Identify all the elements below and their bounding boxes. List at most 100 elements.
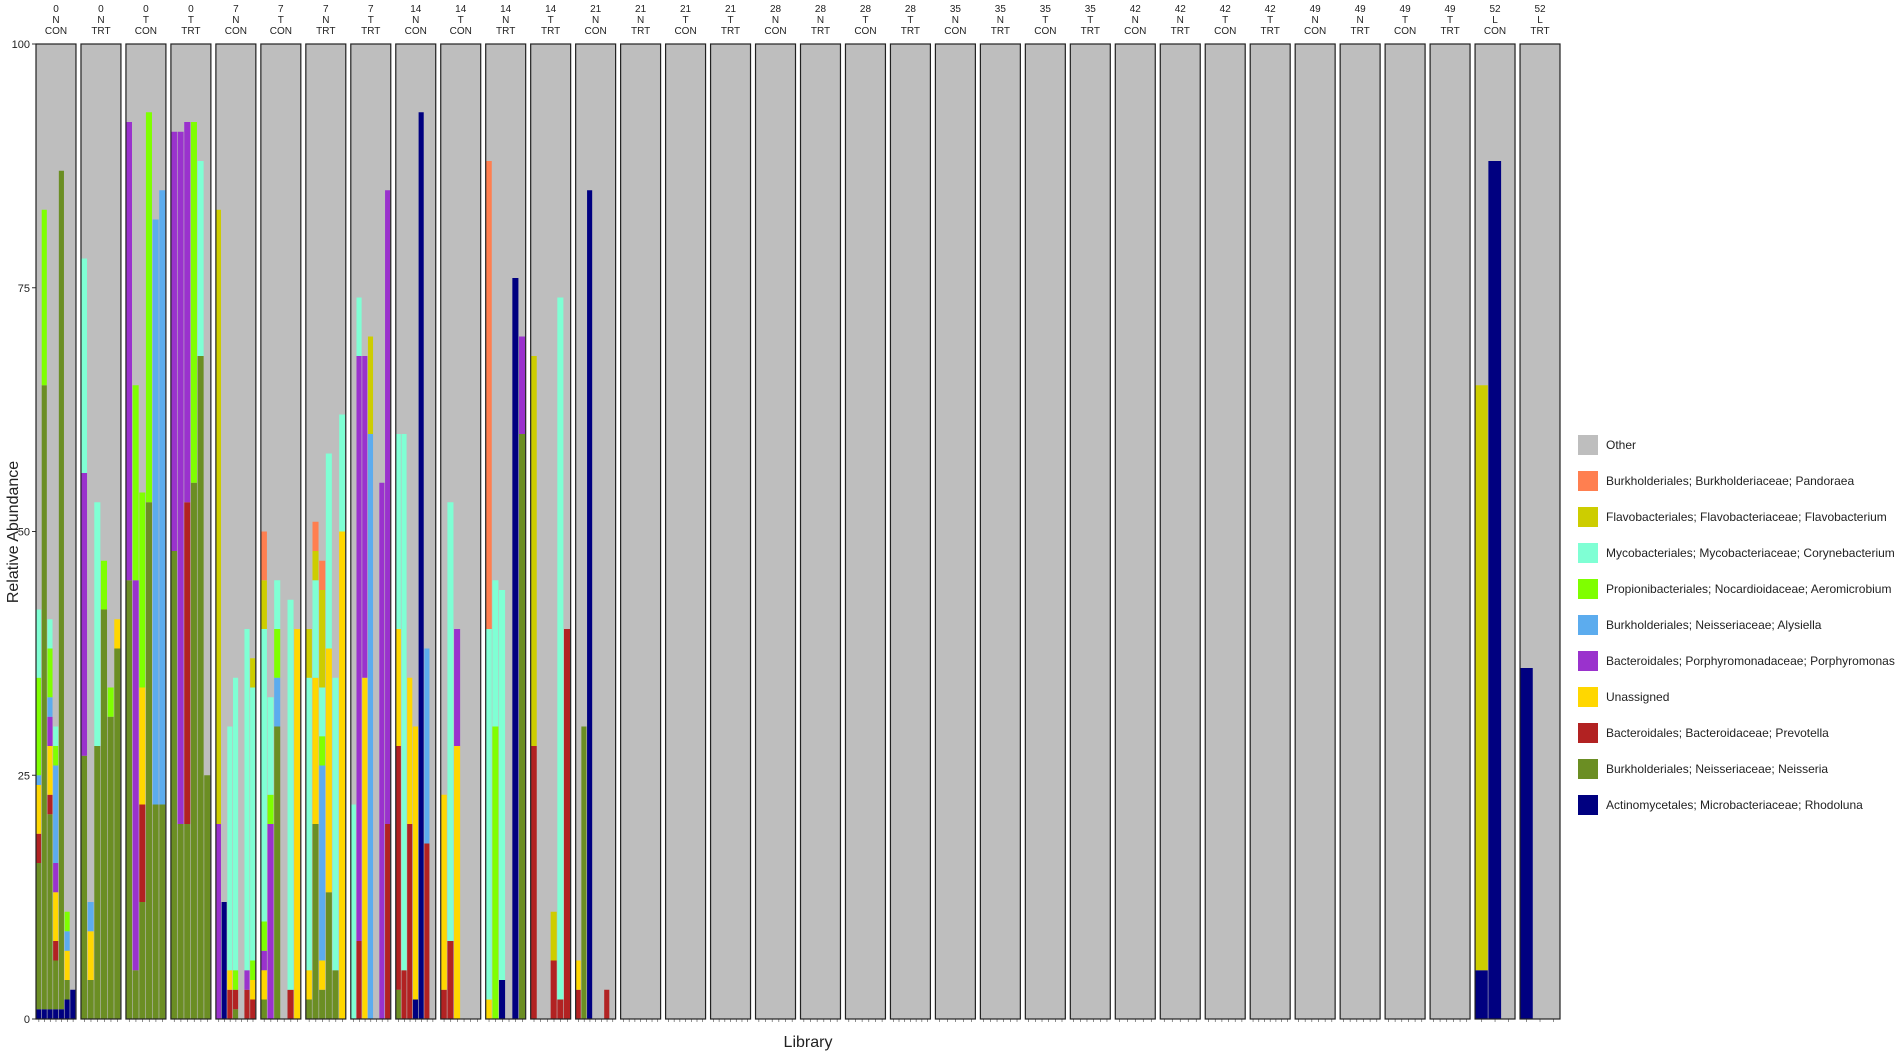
bar-segment	[36, 833, 42, 863]
bar-segment	[447, 941, 454, 1019]
bar-segment	[294, 629, 301, 1019]
bar-segment	[312, 580, 319, 678]
facet-label: N	[52, 15, 59, 26]
facet-label: T	[1222, 15, 1228, 26]
bar-segment	[557, 297, 564, 1000]
y-tick-label: 75	[18, 283, 30, 295]
bar-segment	[233, 1009, 239, 1019]
bar-segment	[250, 999, 256, 1019]
bar-segment	[244, 629, 250, 971]
bar-segment	[80, 473, 88, 756]
facet-label: CON	[674, 26, 696, 37]
bar-segment	[274, 726, 281, 1019]
legend-swatch	[1578, 507, 1598, 527]
facet-background	[1070, 44, 1111, 1019]
facet-label: 14	[500, 4, 512, 15]
bar-segment	[274, 580, 281, 629]
legend-swatch	[1578, 543, 1598, 563]
facet-label: 42	[1220, 4, 1232, 15]
bar-segment	[575, 960, 581, 990]
bar-segment	[454, 746, 461, 1019]
facet-background	[1295, 44, 1336, 1019]
facet-panel: 21NCON	[575, 4, 617, 1022]
bar-segment	[260, 531, 267, 581]
facet-label: T	[1042, 15, 1048, 26]
bar-segment	[53, 746, 59, 766]
facet-label: T	[683, 15, 689, 26]
bar-segment	[87, 902, 94, 932]
facet-label: N	[817, 15, 824, 26]
facet-label: TRT	[361, 26, 380, 37]
facet-background	[845, 44, 886, 1019]
stacked-bar-chart: 0255075100 0NCON0NTRT0TCON0TTRT7NCON7TCO…	[5, 4, 1895, 1051]
facet-panel: 42NCON	[1114, 4, 1156, 1022]
bar-segment	[250, 658, 256, 688]
facet-panel: 21TTRT	[709, 4, 752, 1022]
facet-label: N	[592, 15, 599, 26]
bar-segment	[367, 434, 374, 1019]
legend-label: Other	[1606, 438, 1636, 452]
facet-label: T	[368, 15, 374, 26]
bar-segment	[177, 824, 184, 1019]
bar-segment	[557, 999, 564, 1019]
bar-segment	[312, 677, 319, 824]
facet-label: 42	[1130, 4, 1142, 15]
bar-segment	[418, 112, 424, 1019]
facet-label: CON	[1304, 26, 1326, 37]
bar-segment	[41, 209, 47, 386]
facet-label: TRT	[631, 26, 650, 37]
bar-segment	[395, 629, 401, 746]
bar-segment	[512, 278, 519, 1019]
facet-label: T	[1402, 15, 1408, 26]
bar-segment	[332, 677, 339, 971]
facet-background	[1385, 44, 1426, 1019]
bar-segment	[492, 726, 499, 1019]
facet-label: CON	[450, 26, 472, 37]
bar-segment	[530, 746, 537, 1019]
bar-segment	[152, 804, 159, 1019]
bar-segment	[47, 648, 53, 698]
facet-background	[935, 44, 976, 1019]
bar-segment	[94, 502, 101, 746]
facet-label: CON	[944, 26, 966, 37]
facet-label: TRT	[1530, 26, 1549, 37]
bar-segment	[274, 677, 281, 727]
bar-segment	[177, 131, 184, 824]
bar-segment	[47, 619, 53, 649]
bar-segment	[440, 989, 447, 1019]
bar-segment	[267, 824, 274, 1019]
bar-segment	[47, 794, 53, 815]
facet-panel: 49TTRT	[1429, 4, 1471, 1022]
facet-label: N	[322, 15, 329, 26]
bar-segment	[139, 492, 146, 688]
facet-panel: 7NTRT	[305, 4, 347, 1022]
facet-panel: 42TCON	[1204, 4, 1246, 1022]
bar-segment	[519, 434, 526, 1019]
bar-segment	[94, 746, 101, 1019]
facet-label: 0	[143, 4, 149, 15]
legend-label: Mycobacteriales; Mycobacteriaceae; Coryn…	[1606, 546, 1895, 560]
facet-panels: 0NCON0NTRT0TCON0TTRT7NCON7TCON7NTRT7TTRT…	[35, 4, 1561, 1022]
facet-background	[1115, 44, 1156, 1019]
bar-segment	[87, 980, 94, 1019]
bar-segment	[356, 356, 362, 941]
facet-label: N	[1312, 15, 1319, 26]
facet-label: 21	[590, 4, 602, 15]
bar-segment	[58, 1009, 64, 1019]
bar-segment	[287, 599, 294, 990]
facet-label: T	[862, 15, 868, 26]
bar-segment	[184, 122, 191, 503]
facet-label: 28	[815, 4, 827, 15]
facet-label: CON	[854, 26, 876, 37]
facet-panel: 0TCON	[125, 4, 167, 1022]
facet-panel: 14NCON	[395, 4, 437, 1022]
bar-segment	[367, 336, 374, 434]
bar-segment	[36, 677, 42, 776]
bar-segment	[305, 999, 312, 1019]
y-tick-label: 100	[12, 39, 30, 51]
legend-label: Burkholderiales; Burkholderiaceae; Pando…	[1606, 474, 1854, 488]
bar-segment	[274, 629, 281, 678]
bar-segment	[319, 590, 326, 688]
bar-segment	[287, 989, 294, 1019]
facet-label: 7	[323, 4, 329, 15]
